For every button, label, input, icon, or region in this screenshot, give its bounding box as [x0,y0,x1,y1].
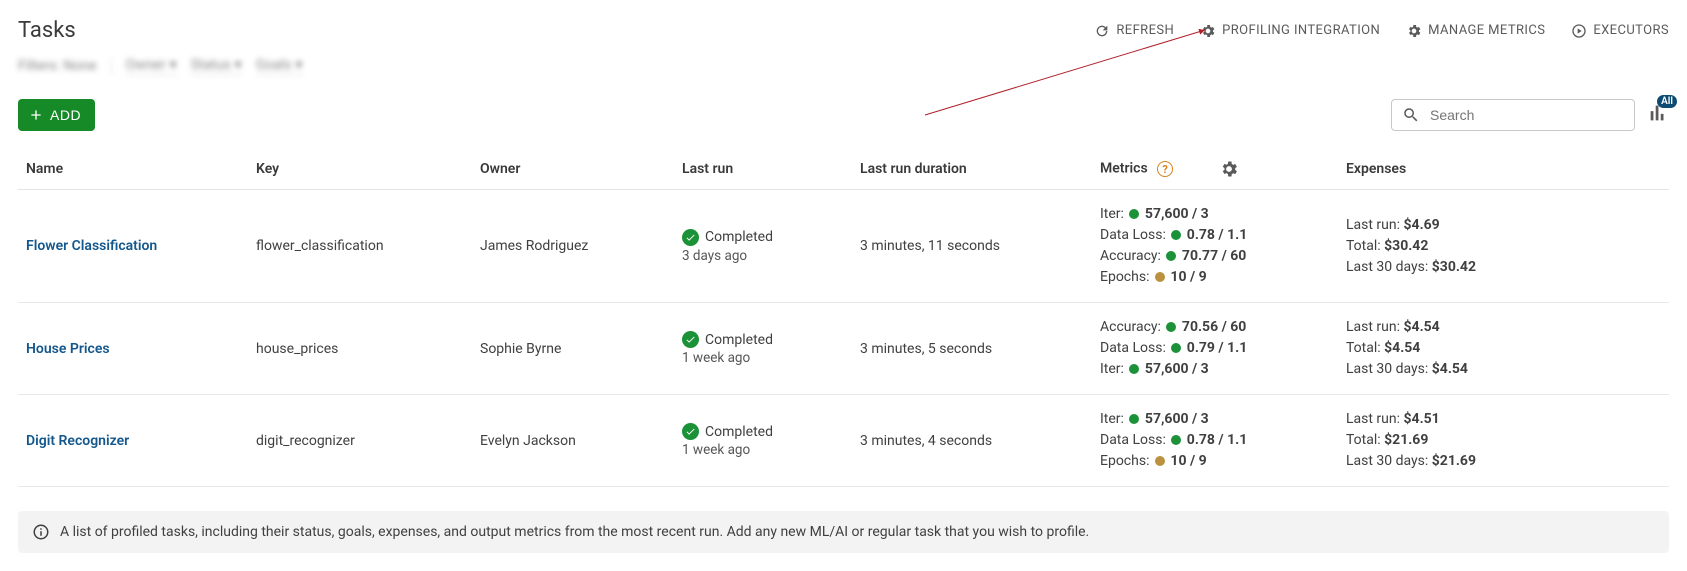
check-icon [682,423,699,440]
expense-last30: Last 30 days: $21.69 [1346,451,1661,472]
task-expenses: Last run: $4.69Total: $30.42Last 30 days… [1338,190,1669,303]
task-name-link[interactable]: Digit Recognizer [26,433,129,449]
col-key[interactable]: Key [248,149,472,190]
expense-last30: Last 30 days: $4.54 [1346,359,1661,380]
check-icon [682,229,699,246]
search-input[interactable] [1428,106,1624,124]
task-key: flower_classification [248,190,472,303]
last-run-relative: 3 days ago [682,248,844,264]
status-dot-icon [1155,456,1165,466]
task-last-run: Completed 3 days ago [674,190,852,303]
task-owner: Sophie Byrne [472,303,674,395]
expense-last-run: Last run: $4.69 [1346,215,1661,236]
last-run-relative: 1 week ago [682,350,844,366]
task-last-run: Completed 1 week ago [674,303,852,395]
column-chart-button[interactable]: All [1647,102,1669,128]
toolbar: REFRESH PROFILING INTEGRATION MANAGE MET… [1094,23,1669,39]
task-duration: 3 minutes, 5 seconds [852,303,1092,395]
all-badge: All [1657,95,1677,108]
search-icon [1402,106,1420,124]
task-duration: 3 minutes, 11 seconds [852,190,1092,303]
task-owner: James Rodriguez [472,190,674,303]
status-dot-icon [1129,209,1139,219]
table-row: Flower Classification flower_classificati… [18,190,1669,303]
metric-row: Iter: 57,600 / 3 [1100,359,1330,380]
help-icon[interactable]: ? [1157,161,1173,177]
filter-status[interactable]: Status ▾ [191,57,242,75]
manage-metrics-button[interactable]: MANAGE METRICS [1406,23,1545,39]
check-icon [682,331,699,348]
filter-owner[interactable]: Owner ▾ [126,57,177,75]
status-text: Completed [705,229,773,245]
col-last-run[interactable]: Last run [674,149,852,190]
task-expenses: Last run: $4.54Total: $4.54Last 30 days:… [1338,303,1669,395]
task-expenses: Last run: $4.51Total: $21.69Last 30 days… [1338,395,1669,487]
refresh-button[interactable]: REFRESH [1094,23,1174,39]
gear-icon[interactable] [1219,159,1239,179]
last-run-relative: 1 week ago [682,442,844,458]
gear-icon [1406,23,1422,39]
metric-row: Accuracy: 70.56 / 60 [1100,317,1330,338]
col-owner[interactable]: Owner [472,149,674,190]
search-box[interactable] [1391,99,1635,131]
table-row: Digit Recognizer digit_recognizerEvelyn J… [18,395,1669,487]
info-bar: A list of profiled tasks, including thei… [18,511,1669,553]
filters-row: Filters: None Owner ▾ Status ▾ Goals ▾ [18,57,1669,75]
expense-last30: Last 30 days: $30.42 [1346,257,1661,278]
status-dot-icon [1166,322,1176,332]
expense-last-run: Last run: $4.54 [1346,317,1661,338]
task-metrics: Iter: 57,600 / 3Data Loss: 0.78 / 1.1Acc… [1092,190,1338,303]
metric-row: Epochs: 10 / 9 [1100,451,1330,472]
col-expenses[interactable]: Expenses [1338,149,1669,190]
status-text: Completed [705,332,773,348]
status-dot-icon [1171,343,1181,353]
metric-row: Iter: 57,600 / 3 [1100,204,1330,225]
metric-row: Epochs: 10 / 9 [1100,267,1330,288]
metric-row: Iter: 57,600 / 3 [1100,409,1330,430]
gear-icon [1200,23,1216,39]
metric-row: Data Loss: 0.78 / 1.1 [1100,430,1330,451]
metric-row: Data Loss: 0.79 / 1.1 [1100,338,1330,359]
plus-icon [28,107,44,123]
task-owner: Evelyn Jackson [472,395,674,487]
table-row: House Priceshouse_pricesSophie ByrneComp… [18,303,1669,395]
col-duration[interactable]: Last run duration [852,149,1092,190]
info-icon [32,523,50,541]
task-last-run: Completed 1 week ago [674,395,852,487]
status-dot-icon [1155,272,1165,282]
refresh-icon [1094,23,1110,39]
expense-last-run: Last run: $4.51 [1346,409,1661,430]
task-key: digit_recognizer [248,395,472,487]
filters-label: Filters: None [18,58,97,74]
status-dot-icon [1171,230,1181,240]
page-title: Tasks [18,18,76,43]
status-dot-icon [1171,435,1181,445]
status-text: Completed [705,424,773,440]
metric-row: Data Loss: 0.78 / 1.1 [1100,225,1330,246]
status-dot-icon [1129,414,1139,424]
task-name-link[interactable]: Flower Classification [26,238,157,254]
task-key: house_prices [248,303,472,395]
task-name-link[interactable]: House Prices [26,341,110,357]
info-text: A list of profiled tasks, including thei… [60,524,1089,540]
add-button[interactable]: ADD [18,99,95,131]
col-name[interactable]: Name [18,149,248,190]
status-dot-icon [1129,364,1139,374]
col-metrics: Metrics ? [1092,149,1338,190]
tasks-table: Name Key Owner Last run Last run duratio… [18,149,1669,487]
executors-button[interactable]: EXECUTORS [1571,23,1669,39]
profiling-integration-button[interactable]: PROFILING INTEGRATION [1200,23,1380,39]
task-duration: 3 minutes, 4 seconds [852,395,1092,487]
status-dot-icon [1166,251,1176,261]
expense-total: Total: $30.42 [1346,236,1661,257]
task-metrics: Iter: 57,600 / 3Data Loss: 0.78 / 1.1Epo… [1092,395,1338,487]
expense-total: Total: $4.54 [1346,338,1661,359]
filter-goals[interactable]: Goals ▾ [256,57,303,75]
expense-total: Total: $21.69 [1346,430,1661,451]
metric-row: Accuracy: 70.77 / 60 [1100,246,1330,267]
play-circle-icon [1571,23,1587,39]
task-metrics: Accuracy: 70.56 / 60Data Loss: 0.79 / 1.… [1092,303,1338,395]
